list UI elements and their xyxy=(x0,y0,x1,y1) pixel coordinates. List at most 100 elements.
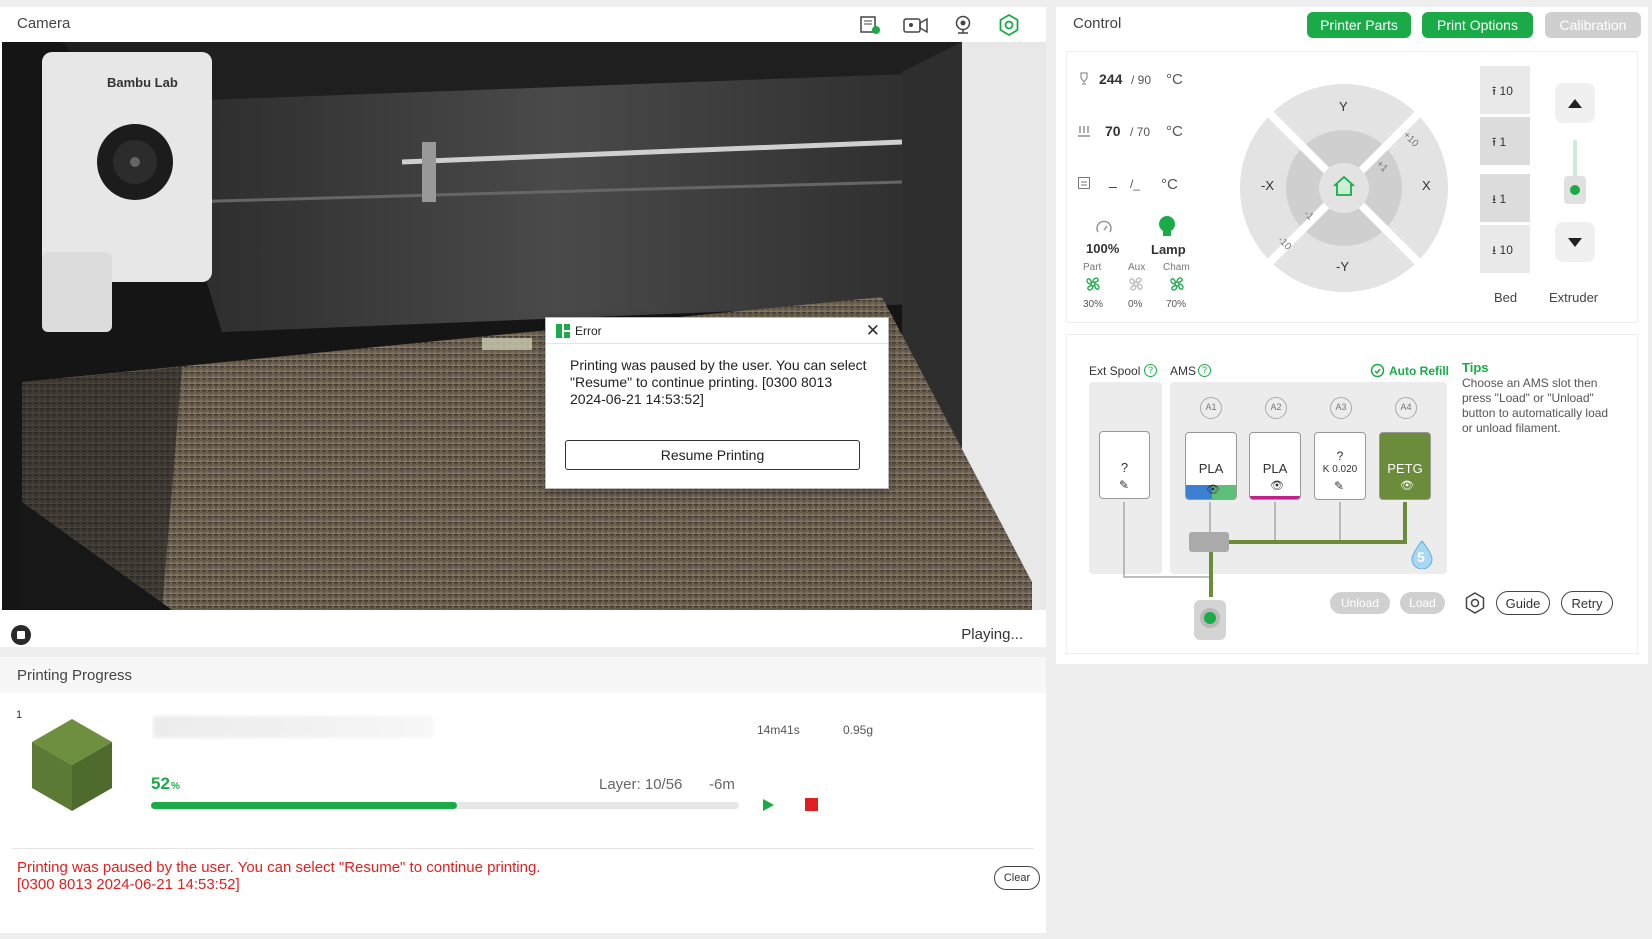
settings-icon[interactable] xyxy=(997,13,1021,37)
lamp-label: Lamp xyxy=(1151,242,1186,257)
guide-button[interactable]: Guide xyxy=(1496,591,1550,615)
slot-a2-material: PLA xyxy=(1262,461,1288,476)
progress-title: Printing Progress xyxy=(17,667,133,684)
aux-fan-icon[interactable] xyxy=(1127,275,1145,293)
printing-progress-panel: Printing Progress 1 14m41s 0.95g 52 % La… xyxy=(0,657,1046,933)
unload-button[interactable]: Unload xyxy=(1330,592,1390,614)
video-footer: Playing... xyxy=(0,612,1046,645)
bed-down-10-button[interactable]: ⭳ 10 xyxy=(1480,225,1530,273)
progress-header: Printing Progress xyxy=(0,657,1046,693)
bed-up-1-button[interactable]: ⭱ 1 xyxy=(1480,117,1530,165)
nozzle-icon xyxy=(1077,72,1091,86)
ext-spool-help-icon[interactable]: ? xyxy=(1144,364,1157,377)
chamber-temp-unit: °C xyxy=(1161,176,1178,193)
video-recording-icon[interactable] xyxy=(902,13,930,37)
stream-status: Playing... xyxy=(961,626,1023,643)
jog-y-plus[interactable]: Y xyxy=(1339,99,1348,114)
chamber-target-temp[interactable]: /_ xyxy=(1130,177,1140,191)
jog-x-minus[interactable]: -X xyxy=(1261,178,1274,193)
bed-temp[interactable]: 70 xyxy=(1105,123,1121,139)
eye-icon[interactable]: 👁 xyxy=(1270,479,1284,492)
calibration-button[interactable]: Calibration xyxy=(1545,12,1641,38)
jog-x-plus[interactable]: X xyxy=(1422,178,1431,193)
extruder-up-button[interactable] xyxy=(1555,83,1595,123)
stop-print-button[interactable] xyxy=(805,798,818,811)
print-speed[interactable]: 100% xyxy=(1086,241,1119,256)
home-icon[interactable] xyxy=(1331,173,1357,199)
ams-slot-a1[interactable]: PLA 👁 xyxy=(1185,432,1237,500)
divider xyxy=(12,848,1034,849)
slot-a3-material: ? xyxy=(1336,449,1344,463)
part-fan-value: 30% xyxy=(1083,299,1104,310)
progress-percent: 52 xyxy=(151,774,170,793)
bambu-logo-icon xyxy=(556,324,570,338)
time-remaining: -6m xyxy=(709,776,735,793)
bed-target-temp[interactable]: / 70 xyxy=(1130,125,1150,139)
bed-up-10-button[interactable]: ⭱ 10 xyxy=(1480,66,1530,114)
part-fan-label: Part xyxy=(1083,262,1102,273)
nozzle-target-temp[interactable]: / 90 xyxy=(1131,73,1151,87)
bed-down-10-label: ⭳ 10 xyxy=(1492,243,1513,257)
ams-slot-a3[interactable]: ? K 0.020 ✎ xyxy=(1314,432,1366,500)
slot-id-a4: A4 xyxy=(1395,397,1417,419)
camera-image: Bambu Lab xyxy=(2,42,1046,610)
extruder-label: Extruder xyxy=(1549,290,1599,305)
error-log-line: Printing was paused by the user. You can… xyxy=(17,859,541,876)
chamber-fan-icon[interactable] xyxy=(1168,275,1186,293)
xy-jog-pad: Y -Y X -X +10 +1 -1 -10 xyxy=(1240,84,1448,292)
slot-id-a2: A2 xyxy=(1265,397,1287,419)
control-title: Control xyxy=(1073,15,1122,32)
file-name-redacted xyxy=(153,716,433,738)
chamber-fan-value: 70% xyxy=(1166,299,1187,310)
clear-button[interactable]: Clear xyxy=(994,866,1040,890)
close-icon[interactable]: ✕ xyxy=(866,321,880,341)
camera-header: Camera xyxy=(0,7,1046,41)
webcam-icon[interactable] xyxy=(951,13,975,37)
extruder-down-button[interactable] xyxy=(1555,222,1595,262)
humidity-level: 5 xyxy=(1417,549,1425,565)
ams-slot-a2[interactable]: PLA 👁 xyxy=(1249,432,1301,500)
tips-text: Choose an AMS slot then press "Load" or … xyxy=(1462,376,1609,435)
bed-down-1-button[interactable]: ⭳ 1 xyxy=(1480,174,1530,222)
load-button[interactable]: Load xyxy=(1400,592,1445,614)
print-weight: 0.95g xyxy=(843,723,874,737)
retry-button[interactable]: Retry xyxy=(1561,591,1613,615)
lamp-icon[interactable] xyxy=(1156,215,1178,239)
eye-icon[interactable]: 👁 xyxy=(1400,479,1414,492)
edit-icon[interactable]: ✎ xyxy=(1334,479,1344,493)
edit-icon[interactable]: ✎ xyxy=(1119,478,1129,492)
chamber-temp[interactable]: _ xyxy=(1109,172,1117,188)
error-dialog: Error ✕ Printing was paused by the user.… xyxy=(545,317,889,489)
resume-play-icon[interactable] xyxy=(760,797,776,813)
plate-number: 1 xyxy=(16,709,23,721)
printer-parts-button[interactable]: Printer Parts xyxy=(1307,12,1411,38)
speed-gauge-icon[interactable] xyxy=(1095,219,1113,237)
bed-label: Bed xyxy=(1494,290,1518,305)
ext-spool-slot[interactable]: ? ✎ xyxy=(1099,431,1150,499)
auto-refill-link[interactable]: Auto Refill xyxy=(1389,364,1449,378)
progress-bar xyxy=(151,802,739,809)
layer-info: Layer: 10/56 xyxy=(599,776,683,793)
ams-settings-icon[interactable] xyxy=(1463,591,1487,615)
slot-a2-color xyxy=(1250,496,1300,499)
ext-spool-label: Ext Spool xyxy=(1089,364,1141,378)
auto-refill-icon xyxy=(1370,363,1385,378)
eye-icon[interactable]: 👁 xyxy=(1206,483,1220,496)
triangle-down-icon xyxy=(1568,238,1582,247)
ams-help-icon[interactable]: ? xyxy=(1198,364,1211,377)
print-time-estimate: 14m41s xyxy=(757,723,800,737)
camera-panel: Camera Bambu Lab Playing... xyxy=(0,7,1046,647)
ams-slot-a4[interactable]: PETG 👁 xyxy=(1379,432,1431,500)
jog-y-minus[interactable]: -Y xyxy=(1336,259,1349,274)
stop-stream-button[interactable] xyxy=(11,625,31,645)
slot-id-a1: A1 xyxy=(1200,397,1222,419)
error-log: Printing was paused by the user. You can… xyxy=(17,859,717,893)
print-options-button[interactable]: Print Options xyxy=(1422,12,1533,38)
nozzle-temp[interactable]: 244 xyxy=(1099,71,1122,87)
sd-card-icon[interactable] xyxy=(858,13,882,37)
camera-feed[interactable]: Bambu Lab xyxy=(2,42,1046,610)
resume-printing-button[interactable]: Resume Printing xyxy=(565,440,860,470)
bed-up-1-label: ⭱ 1 xyxy=(1492,135,1507,149)
part-fan-icon[interactable] xyxy=(1084,275,1102,293)
slot-a3-k-value: K 0.020 xyxy=(1322,464,1358,475)
